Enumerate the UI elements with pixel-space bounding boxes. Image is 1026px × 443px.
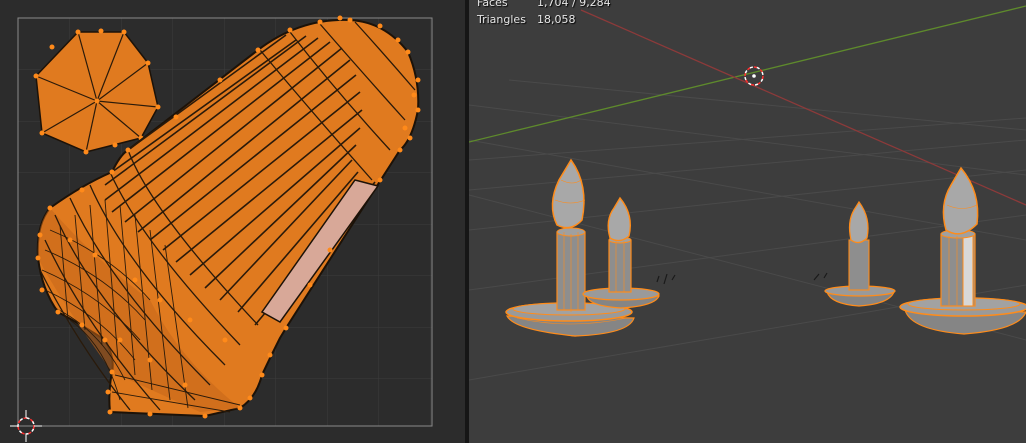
uv-editor[interactable] (0, 0, 465, 443)
stats-faces-row: Faces 1,704 / 9,284 (477, 0, 611, 9)
stats-triangles-value: 18,058 (537, 13, 576, 26)
stats-faces-value: 1,704 / 9,284 (537, 0, 611, 9)
stats-triangles-row: Triangles 18,058 (477, 13, 576, 26)
uv-canvas[interactable] (0, 0, 465, 443)
stats-triangles-label: Triangles (477, 13, 526, 26)
viewport-canvas[interactable] (469, 0, 1026, 443)
3d-viewport[interactable]: Faces 1,704 / 9,284 Triangles 18,058 (469, 0, 1026, 443)
stats-faces-label: Faces (477, 0, 508, 9)
